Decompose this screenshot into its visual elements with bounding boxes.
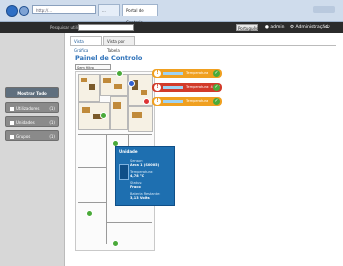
check-icon[interactable]: ✓: [213, 84, 220, 91]
sidebar-item-utilizadores[interactable]: Utilizadores (1): [5, 102, 59, 113]
wall: [78, 167, 106, 168]
furniture: [114, 84, 122, 89]
check-icon[interactable]: ✓: [213, 70, 220, 77]
user-icon: ●: [265, 25, 269, 30]
browser-tab-active[interactable]: Portal de Controlo: [122, 4, 158, 25]
unit-icon: [10, 121, 14, 125]
search-input[interactable]: [78, 24, 134, 31]
sidebar: Mostrar Todo Utilizadores (1) Unidades (…: [0, 33, 65, 266]
gear-icon: ⚙: [290, 25, 295, 30]
sensor-marker[interactable]: [100, 112, 107, 119]
page-title: Painel de Controlo: [75, 54, 143, 62]
group-icon: [10, 135, 14, 139]
wall: [106, 134, 107, 244]
wall: [78, 134, 152, 135]
popup-row: Temperatura: 4,78 °C: [130, 170, 154, 178]
exclamation-icon: !: [154, 98, 161, 105]
furniture: [81, 78, 87, 82]
exclamation-icon: !: [154, 70, 161, 77]
sensor-marker[interactable]: [128, 80, 135, 87]
alert-item[interactable]: ! Temperatura: 4,78° ✓: [152, 83, 222, 92]
alert-bar: [163, 100, 183, 103]
sensor-marker[interactable]: [116, 70, 123, 77]
user-icon: [10, 107, 14, 111]
furniture: [82, 107, 90, 113]
sidebar-item-grupos[interactable]: Grupos (1): [5, 130, 59, 141]
alert-bar: [163, 86, 183, 89]
address-bar[interactable]: http://...: [32, 5, 96, 14]
check-icon[interactable]: ✓: [213, 98, 220, 105]
alert-bar: [163, 72, 183, 75]
admin-link[interactable]: ⚙ Administração: [290, 24, 328, 31]
sensor-marker[interactable]: [143, 98, 150, 105]
popup-row: Bateria Restante: 3,13 Volts: [130, 192, 161, 200]
language-select[interactable]: Português: [236, 24, 258, 31]
user-link[interactable]: ● admin: [265, 24, 284, 31]
power-icon: ⏻: [326, 25, 330, 30]
room: [128, 106, 153, 132]
browser-chrome: http://... ... Portal de Controlo: [0, 0, 343, 25]
furniture: [89, 84, 95, 90]
main-content: Vista Gráfica Vista por Tabela Painel de…: [65, 33, 343, 266]
tab-graphic-view[interactable]: Vista Gráfica: [70, 36, 102, 53]
filter-select[interactable]: Sem filtro seleccionado: [75, 64, 111, 76]
wall: [78, 202, 106, 203]
exclamation-icon: !: [154, 84, 161, 91]
browser-tab[interactable]: ...: [98, 4, 120, 16]
popup-row: Status: Fraco: [130, 181, 143, 189]
back-arrow-icon[interactable]: [6, 5, 18, 17]
furniture: [141, 90, 147, 95]
sensor-marker[interactable]: [86, 210, 93, 217]
logout-link[interactable]: ⏻: [326, 24, 330, 31]
browser-toolbar-icons[interactable]: [313, 6, 335, 13]
alert-item[interactable]: ! Temperatura ✓: [152, 69, 222, 78]
show-all-button[interactable]: Mostrar Todo: [5, 87, 59, 98]
popup-row: Sensor: Arca 1 (S0005): [130, 159, 160, 167]
sensor-marker[interactable]: [112, 240, 119, 247]
search-label: Pesquisar utilizador / grupo: [50, 25, 78, 30]
furniture: [132, 112, 142, 118]
tab-divider: [70, 45, 336, 46]
furniture: [103, 78, 111, 83]
alert-item[interactable]: ! Temperatura ✓: [152, 97, 222, 106]
furniture: [113, 102, 121, 109]
tab-table-view[interactable]: Vista por Tabela: [103, 36, 135, 53]
forward-arrow-icon[interactable]: [19, 6, 29, 16]
sensor-info-popup: Unidade Sensor: Arca 1 (S0005) Temperatu…: [115, 146, 175, 206]
wall: [107, 222, 152, 223]
freezer-icon: [119, 164, 129, 180]
sidebar-item-unidades[interactable]: Unidades (1): [5, 116, 59, 127]
